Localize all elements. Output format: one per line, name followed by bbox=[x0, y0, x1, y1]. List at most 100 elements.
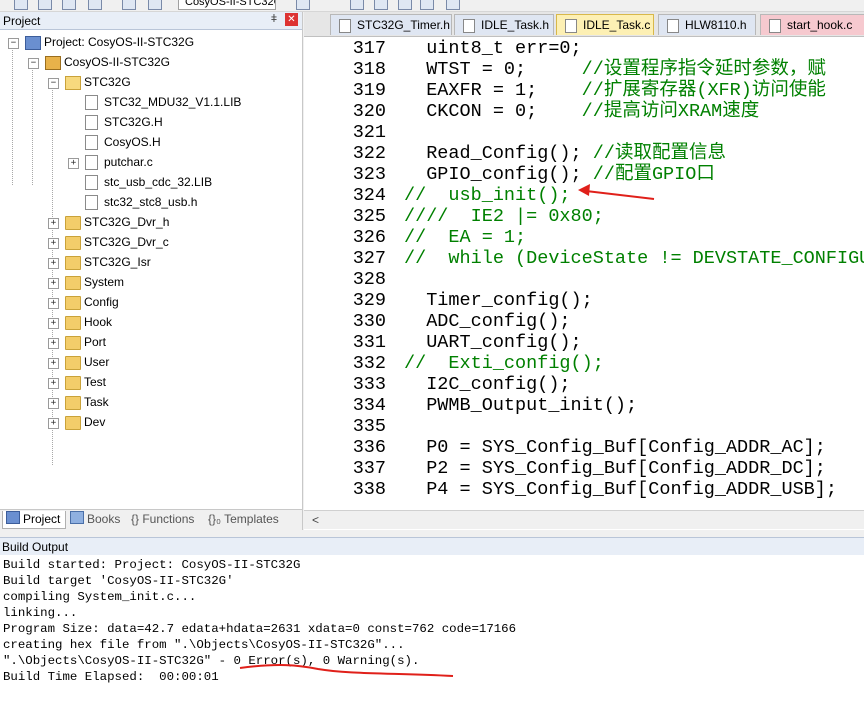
expand-icon[interactable]: + bbox=[48, 418, 59, 429]
file-icon bbox=[463, 19, 475, 33]
expand-icon[interactable]: + bbox=[48, 378, 59, 389]
toolbar-icon[interactable] bbox=[148, 0, 162, 10]
line-number-gutter: 317 318 319 320 321 322 323 324 325 326 327 328 329 3… bbox=[304, 37, 396, 510]
target-icon bbox=[45, 56, 61, 70]
tree-item[interactable]: − Project: CosyOS-II-STC32G bbox=[0, 33, 300, 53]
toolbar-icon[interactable] bbox=[420, 0, 434, 10]
build-output-line: Build started: Project: CosyOS-II-STC32G bbox=[3, 558, 301, 572]
line-number: 327 bbox=[352, 248, 386, 269]
code-text: uint8_t err=0; bbox=[404, 38, 582, 59]
folder-icon bbox=[65, 396, 81, 410]
line-number: 326 bbox=[352, 227, 386, 248]
annotation-underline bbox=[239, 664, 454, 677]
expand-icon[interactable]: + bbox=[48, 218, 59, 229]
tree-item[interactable]: + Port bbox=[0, 333, 300, 353]
toolbar-icon[interactable] bbox=[296, 0, 310, 10]
build-output-line: Build target 'CosyOS-II-STC32G' bbox=[3, 574, 234, 588]
tree-item[interactable]: STC32_MDU32_V1.1.LIB bbox=[0, 93, 300, 113]
tree-item-label: Test bbox=[84, 375, 107, 389]
tree-item[interactable]: CosyOS.H bbox=[0, 133, 300, 153]
tree-item[interactable]: − STC32G bbox=[0, 73, 300, 93]
tab-label: Books bbox=[87, 512, 121, 526]
tab-functions[interactable]: {} Functions bbox=[131, 511, 203, 528]
expand-icon[interactable]: + bbox=[48, 298, 59, 309]
tree-item[interactable]: + Test bbox=[0, 373, 300, 393]
collapse-icon[interactable]: − bbox=[48, 78, 59, 89]
tree-item[interactable]: + Hook bbox=[0, 313, 300, 333]
tree-item[interactable]: stc_usb_cdc_32.LIB bbox=[0, 173, 300, 193]
line-number: 331 bbox=[352, 332, 386, 353]
tree-item[interactable]: + putchar.c bbox=[0, 153, 300, 173]
code-view[interactable]: 317 318 319 320 321 322 323 324 325 326 327 328 329 3… bbox=[304, 37, 864, 510]
expand-icon[interactable]: + bbox=[48, 398, 59, 409]
file-tab[interactable]: start_hook.c bbox=[760, 14, 864, 35]
line-number: 332 bbox=[352, 353, 386, 374]
close-icon[interactable]: ✕ bbox=[285, 13, 298, 26]
scroll-left-icon[interactable]: < bbox=[312, 513, 319, 527]
code-text: P4 = SYS_Config_Buf[Config_ADDR_USB]; bbox=[404, 479, 837, 500]
code-line: I2C_config(); bbox=[404, 374, 570, 395]
tree-item[interactable]: − CosyOS-II-STC32G bbox=[0, 53, 300, 73]
toolbar-icon[interactable] bbox=[374, 0, 388, 10]
editor-tabbar: STC32G_Timer.h IDLE_Task.h IDLE_Task.c HLW8… bbox=[304, 12, 864, 37]
code-line: Read_Config(); //读取配置信息 bbox=[404, 143, 726, 164]
collapse-icon[interactable]: − bbox=[28, 58, 39, 69]
tab-templates[interactable]: {}₀ Templates bbox=[208, 511, 288, 528]
tab-books[interactable]: Books bbox=[67, 511, 127, 528]
line-number: 336 bbox=[352, 437, 386, 458]
toolbar-icon[interactable] bbox=[38, 0, 52, 10]
tree-item-label: Dev bbox=[84, 415, 106, 429]
tree-item[interactable]: + STC32G_Dvr_h bbox=[0, 213, 300, 233]
expand-icon[interactable]: + bbox=[48, 258, 59, 269]
code-line: WTST = 0; //设置程序指令延时参数，赋 bbox=[404, 59, 826, 80]
file-tab-label: STC32G_Timer.h bbox=[357, 18, 450, 32]
file-tab[interactable]: HLW8110.h bbox=[658, 14, 756, 35]
toolbar-icon[interactable] bbox=[14, 0, 28, 10]
tree-item[interactable]: + Config bbox=[0, 293, 300, 313]
toolbar-icon[interactable] bbox=[88, 0, 102, 10]
toolbar-icon[interactable] bbox=[398, 0, 412, 10]
toolbar-icon[interactable] bbox=[446, 0, 460, 10]
target-select[interactable]: CosyOS-II-STC32G bbox=[178, 0, 276, 10]
expand-icon[interactable]: + bbox=[48, 238, 59, 249]
toolbar-icon[interactable] bbox=[62, 0, 76, 10]
pin-icon[interactable]: ǂ bbox=[268, 13, 280, 27]
tree-item[interactable]: stc32_stc8_usb.h bbox=[0, 193, 300, 213]
tree-item-label: STC32_MDU32_V1.1.LIB bbox=[104, 95, 242, 109]
file-tab[interactable]: IDLE_Task.c bbox=[556, 14, 654, 35]
toolbar-icon[interactable] bbox=[122, 0, 136, 10]
tree-item[interactable]: + STC32G_Dvr_c bbox=[0, 233, 300, 253]
code-line: // while (DeviceState != DEVSTATE_CONFIG… bbox=[404, 248, 864, 269]
tab-project[interactable]: Project bbox=[2, 511, 66, 529]
build-output-header: Build Output bbox=[0, 537, 864, 556]
expand-icon[interactable]: + bbox=[48, 358, 59, 369]
file-icon bbox=[85, 115, 98, 130]
tree-item[interactable]: + STC32G_Isr bbox=[0, 253, 300, 273]
expand-icon[interactable]: + bbox=[48, 278, 59, 289]
tab-label: {} Functions bbox=[131, 512, 195, 526]
horizontal-scrollbar[interactable]: < bbox=[304, 510, 864, 529]
tree-item[interactable]: + System bbox=[0, 273, 300, 293]
expand-icon[interactable]: + bbox=[48, 318, 59, 329]
code-comment: // Exti_config(); bbox=[404, 353, 604, 374]
code-text: Timer_config(); bbox=[404, 290, 593, 311]
toolbar-icon[interactable] bbox=[350, 0, 364, 10]
folder-icon bbox=[65, 76, 81, 90]
file-icon bbox=[85, 155, 98, 170]
build-output-panel[interactable]: Build started: Project: CosyOS-II-STC32G… bbox=[0, 555, 864, 715]
file-tab[interactable]: IDLE_Task.h bbox=[454, 14, 554, 35]
tree-item[interactable]: + User bbox=[0, 353, 300, 373]
tree-item[interactable]: + Task bbox=[0, 393, 300, 413]
expand-icon[interactable]: + bbox=[48, 338, 59, 349]
folder-icon bbox=[65, 256, 81, 270]
expand-icon[interactable]: + bbox=[68, 158, 79, 169]
build-output-line: Build Time Elapsed: 00:00:01 bbox=[3, 670, 219, 684]
tree-item[interactable]: + Dev bbox=[0, 413, 300, 433]
file-tab-label: IDLE_Task.c bbox=[583, 18, 651, 32]
file-tab[interactable]: STC32G_Timer.h bbox=[330, 14, 452, 35]
code-text: P2 = SYS_Config_Buf[Config_ADDR_DC]; bbox=[404, 458, 826, 479]
code-comment: //读取配置信息 bbox=[592, 143, 726, 164]
collapse-icon[interactable]: − bbox=[8, 38, 19, 49]
tree-item[interactable]: STC32G.H bbox=[0, 113, 300, 133]
code-comment: //// IE2 |= 0x80; bbox=[404, 206, 604, 227]
